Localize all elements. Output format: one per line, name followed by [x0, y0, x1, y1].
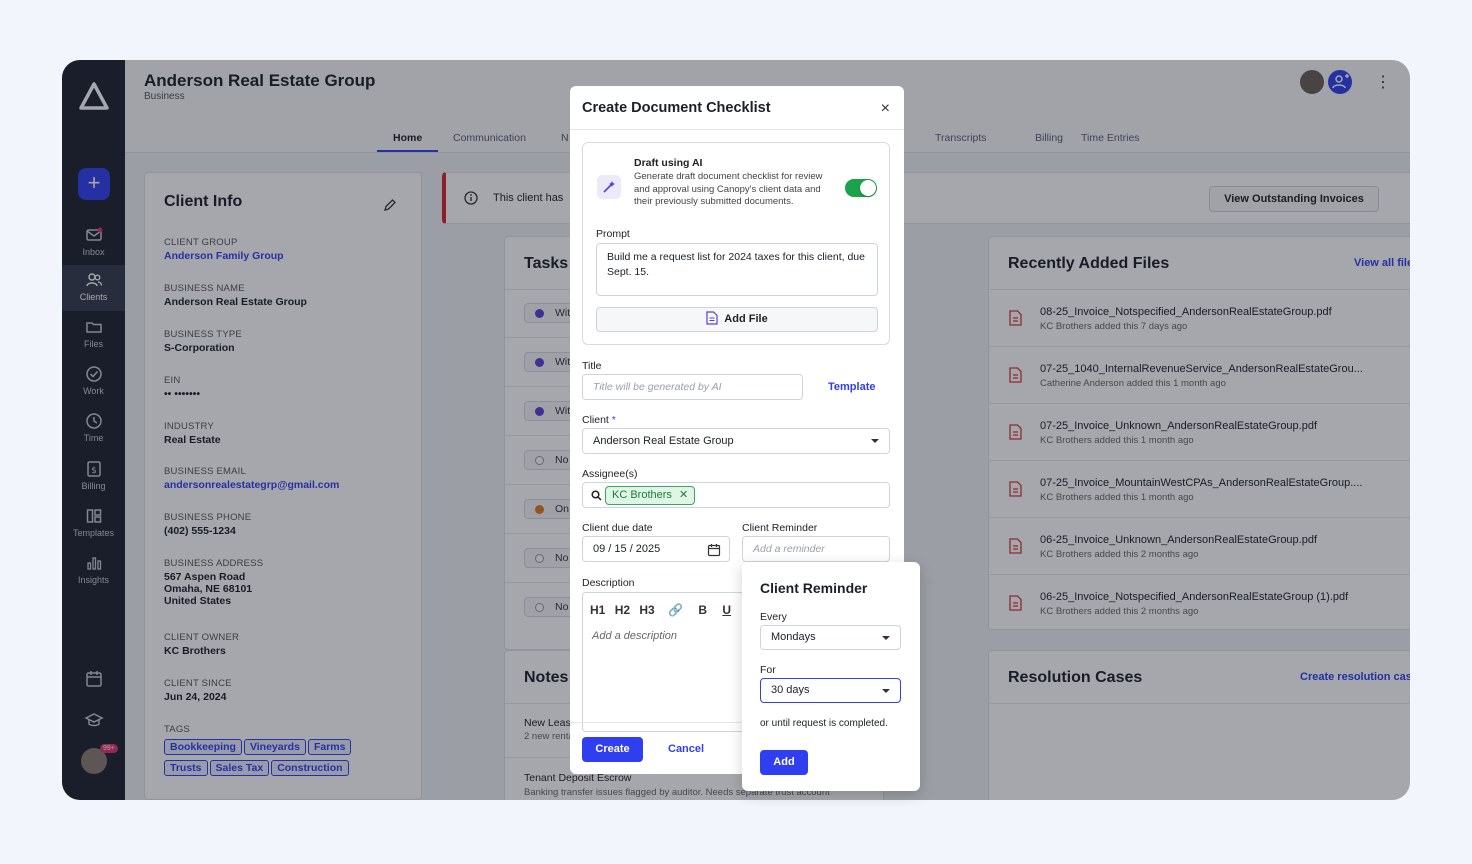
- client-select-value: Anderson Real Estate Group: [593, 435, 734, 447]
- link-icon[interactable]: 🔗: [668, 603, 683, 617]
- every-select[interactable]: Mondays: [760, 625, 901, 650]
- title-label: Title: [582, 360, 602, 372]
- for-select-value: 30 days: [771, 684, 810, 696]
- add-file-button[interactable]: Add File: [596, 307, 878, 332]
- due-date-value: 09 / 15 / 2025: [593, 543, 661, 555]
- template-link[interactable]: Template: [828, 381, 875, 393]
- due-date-input[interactable]: 09 / 15 / 2025: [582, 536, 730, 562]
- due-date-label: Client due date: [582, 522, 653, 534]
- heading-3-button[interactable]: H3: [639, 603, 654, 617]
- client-select[interactable]: Anderson Real Estate Group: [582, 428, 890, 454]
- close-icon[interactable]: ×: [881, 100, 890, 118]
- client-reminder-label: Client Reminder: [742, 522, 818, 534]
- title-input[interactable]: Title will be generated by AI: [582, 374, 803, 400]
- required-marker: *: [611, 414, 616, 426]
- assignees-label: Assignee(s): [582, 468, 638, 480]
- description-label: Description: [582, 577, 635, 589]
- client-label: Client *: [582, 414, 616, 426]
- for-select[interactable]: 30 days: [760, 678, 901, 703]
- assignee-chip-label: KC Brothers: [612, 489, 672, 501]
- client-reminder-popover: Client Reminder Every Mondays For 30 day…: [742, 562, 920, 791]
- editor-toolbar: H1 H2 H3 🔗 B U: [590, 603, 731, 618]
- ai-toggle[interactable]: [845, 179, 877, 197]
- prompt-label: Prompt: [596, 228, 630, 240]
- ai-title: Draft using AI: [634, 157, 703, 169]
- chevron-down-icon: [871, 439, 879, 443]
- create-button[interactable]: Create: [582, 737, 643, 762]
- modal-title: Create Document Checklist: [582, 100, 771, 116]
- ai-draft-panel: Draft using AI Generate draft document c…: [582, 142, 890, 345]
- ai-description: Generate draft document checklist for re…: [634, 171, 823, 207]
- add-reminder-button[interactable]: Add: [760, 750, 808, 775]
- assignees-input[interactable]: KC Brothers ✕: [582, 482, 890, 508]
- ai-wand-icon: [597, 175, 621, 199]
- prompt-textarea[interactable]: Build me a request list for 2024 taxes f…: [596, 243, 878, 296]
- divider: [570, 129, 904, 130]
- document-icon: [706, 311, 718, 325]
- client-reminder-input[interactable]: Add a reminder: [742, 536, 890, 562]
- popover-title: Client Reminder: [760, 580, 868, 596]
- add-file-label: Add File: [724, 313, 768, 325]
- bold-icon[interactable]: B: [698, 603, 707, 617]
- heading-2-button[interactable]: H2: [615, 603, 630, 617]
- search-icon: [591, 490, 602, 501]
- sidebar-backdrop: [62, 60, 125, 800]
- every-label: Every: [760, 611, 787, 623]
- toggle-knob: [860, 180, 876, 196]
- cancel-button[interactable]: Cancel: [668, 743, 704, 755]
- reminder-note: or until request is completed.: [760, 718, 888, 729]
- description-placeholder: Add a description: [592, 630, 677, 642]
- underline-icon[interactable]: U: [722, 603, 731, 617]
- chevron-down-icon: [882, 636, 890, 640]
- calendar-icon[interactable]: [707, 543, 721, 557]
- chevron-down-icon: [882, 689, 890, 693]
- assignee-chip[interactable]: KC Brothers ✕: [605, 486, 696, 505]
- remove-chip-icon[interactable]: ✕: [679, 489, 688, 501]
- heading-1-button[interactable]: H1: [590, 603, 605, 617]
- for-label: For: [760, 664, 776, 676]
- every-select-value: Mondays: [771, 631, 816, 643]
- client-label-text: Client: [582, 414, 609, 426]
